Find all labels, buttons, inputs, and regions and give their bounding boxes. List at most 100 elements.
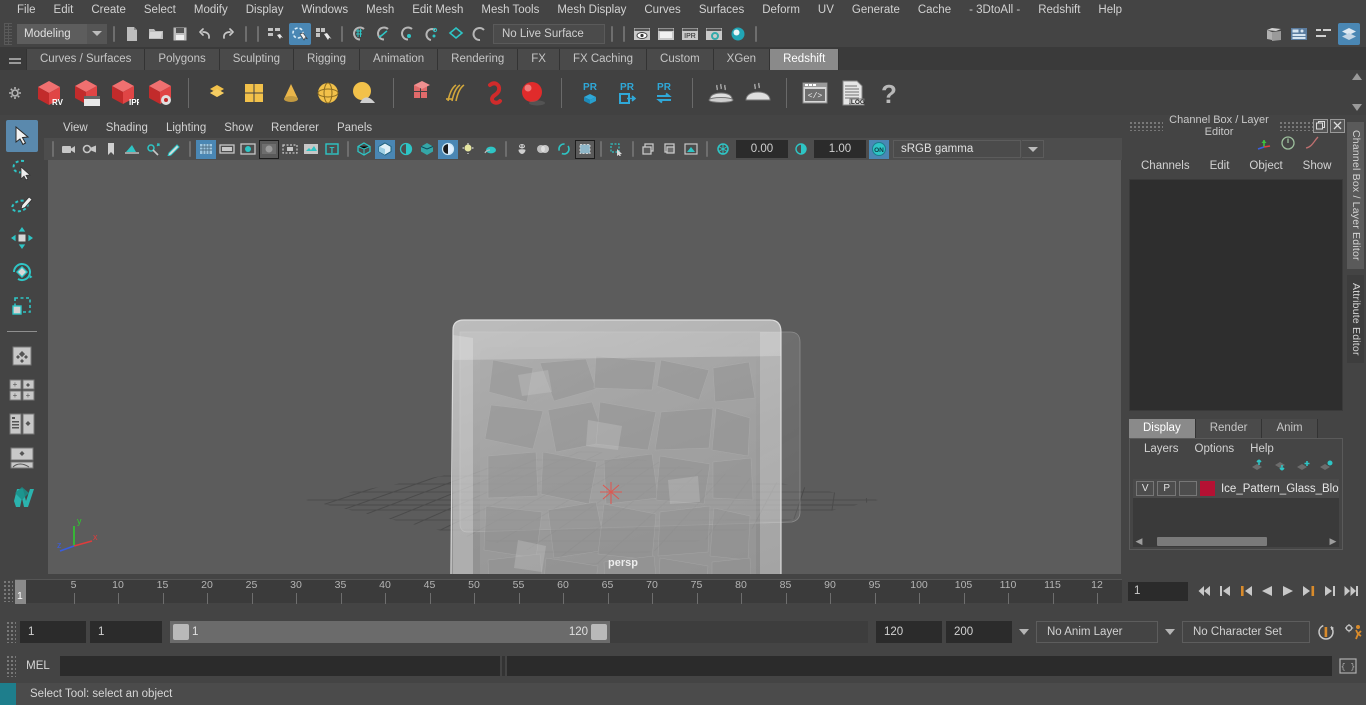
color-management-icon[interactable]: ON xyxy=(869,139,889,159)
chevron-down-icon[interactable] xyxy=(87,23,107,44)
layer-help-menu[interactable]: Help xyxy=(1242,443,1282,455)
layer-item[interactable]: V P Ice_Pattern_Glass_Block xyxy=(1133,479,1339,498)
bake-set-icon[interactable] xyxy=(704,76,738,110)
shelf-options-gear-icon[interactable] xyxy=(2,70,28,115)
manipulator-axis-icon[interactable] xyxy=(1255,135,1273,156)
menu-edit-mesh[interactable]: Edit Mesh xyxy=(403,0,472,20)
channel-box-icon[interactable] xyxy=(1338,22,1360,45)
viewport-texture-icon[interactable] xyxy=(681,140,701,159)
pr-bake-icon[interactable]: PR xyxy=(573,76,607,110)
snap-to-curve-icon[interactable] xyxy=(373,23,395,45)
wireframe-icon[interactable] xyxy=(354,140,374,159)
film-gate-icon[interactable] xyxy=(217,140,237,159)
depth-of-field-icon[interactable] xyxy=(554,140,574,159)
layers-menu[interactable]: Layers xyxy=(1136,443,1187,455)
redo-icon[interactable] xyxy=(217,23,239,45)
shelf-scroll-arrows[interactable] xyxy=(1350,72,1364,112)
channel-speed-icon[interactable] xyxy=(1279,135,1297,156)
image-plane-icon[interactable] xyxy=(122,140,142,159)
viewport-menu-shading[interactable]: Shading xyxy=(97,122,157,134)
redshift-ipr-icon[interactable]: IPR xyxy=(106,76,140,110)
ipr-render-icon[interactable]: IPR xyxy=(679,23,701,45)
menu-cache[interactable]: Cache xyxy=(909,0,960,20)
step-forward-frame-icon[interactable] xyxy=(1320,581,1339,601)
xray-active-components-icon[interactable] xyxy=(660,140,680,159)
range-start-time-field[interactable]: 1 xyxy=(90,621,162,643)
render-view-icon[interactable] xyxy=(631,23,653,45)
gate-mask-icon[interactable] xyxy=(259,139,279,159)
command-language-label[interactable]: MEL xyxy=(16,660,60,672)
range-end-handle[interactable] xyxy=(591,624,607,640)
viewport-menu-lighting[interactable]: Lighting xyxy=(157,122,215,134)
color-management-select[interactable]: sRGB gamma xyxy=(893,140,1021,158)
step-forward-key-icon[interactable] xyxy=(1299,581,1318,601)
create-layer-from-selected-icon[interactable] xyxy=(1318,459,1334,477)
command-result-field[interactable] xyxy=(507,655,1332,676)
channel-show-menu[interactable]: Show xyxy=(1293,160,1342,172)
shelf-tab-animation[interactable]: Animation xyxy=(360,49,439,70)
go-to-start-icon[interactable] xyxy=(1194,581,1213,601)
shelf-tab-polygons[interactable]: Polygons xyxy=(145,49,220,70)
tab-anim-layers[interactable]: Anim xyxy=(1262,419,1318,438)
viewport-menu-show[interactable]: Show xyxy=(215,122,262,134)
menu-modify[interactable]: Modify xyxy=(185,0,237,20)
menu-redshift[interactable]: Redshift xyxy=(1029,0,1089,20)
undo-icon[interactable] xyxy=(193,23,215,45)
help-icon[interactable]: ? xyxy=(872,76,906,110)
gamma-icon[interactable] xyxy=(791,140,811,159)
tab-display-layers[interactable]: Display xyxy=(1129,419,1196,438)
viewport-3d-canvas[interactable]: persp persp y x z xyxy=(48,160,1121,574)
tab-render-layers[interactable]: Render xyxy=(1195,419,1263,438)
shelf-tab-rigging[interactable]: Rigging xyxy=(294,49,361,70)
bookmark-icon[interactable] xyxy=(101,140,121,159)
menu-uv[interactable]: UV xyxy=(809,0,843,20)
scroll-right-icon[interactable]: ▶ xyxy=(1327,536,1339,547)
rotate-tool[interactable] xyxy=(6,256,38,288)
shaded-wireframe-icon[interactable] xyxy=(396,140,416,159)
anim-layer-select[interactable]: No Anim Layer xyxy=(1036,621,1158,643)
snap-to-projected-center-icon[interactable] xyxy=(421,23,443,45)
select-camera-icon[interactable] xyxy=(59,140,79,159)
redshift-hair-icon[interactable] xyxy=(442,76,476,110)
four-pane-layout[interactable]: + + + xyxy=(6,374,38,406)
save-scene-icon[interactable] xyxy=(169,23,191,45)
persp-graph-layout[interactable] xyxy=(6,442,38,474)
shelf-tab-fx-caching[interactable]: FX Caching xyxy=(559,49,648,70)
panel-drag-handle-right[interactable] xyxy=(1279,120,1313,131)
show-hide-editor-icon[interactable] xyxy=(1263,23,1285,45)
channel-object-menu[interactable]: Object xyxy=(1239,160,1292,172)
snap-to-point-icon[interactable] xyxy=(397,23,419,45)
safe-action-icon[interactable] xyxy=(301,140,321,159)
step-back-frame-icon[interactable] xyxy=(1215,581,1234,601)
scrollbar-thumb[interactable] xyxy=(1157,536,1267,546)
color-management-chevron-down-icon[interactable] xyxy=(1022,140,1044,158)
lasso-select-tool[interactable] xyxy=(6,154,38,186)
close-icon[interactable] xyxy=(1330,118,1345,133)
pr-export-icon[interactable]: PR xyxy=(610,76,644,110)
anti-alias-icon[interactable] xyxy=(512,140,532,159)
xray-icon[interactable] xyxy=(607,140,627,159)
status-line-drag-handle[interactable] xyxy=(4,22,12,45)
select-by-component-icon[interactable] xyxy=(313,23,335,45)
script-editor-icon[interactable]: </> xyxy=(798,76,832,110)
tool-settings-icon[interactable] xyxy=(1313,23,1335,45)
menu-display[interactable]: Display xyxy=(237,0,293,20)
smooth-shade-all-icon[interactable] xyxy=(375,139,395,159)
gamma-value[interactable]: 1.00 xyxy=(814,140,866,158)
layer-playback-toggle[interactable]: P xyxy=(1157,481,1176,496)
isolate-select-icon[interactable] xyxy=(575,139,595,159)
channel-box-content[interactable] xyxy=(1129,179,1343,411)
log-file-icon[interactable]: .LOG xyxy=(835,76,869,110)
use-all-lights-icon[interactable] xyxy=(438,139,458,159)
camera-attributes-icon[interactable] xyxy=(80,140,100,159)
channel-edit-menu[interactable]: Edit xyxy=(1200,160,1240,172)
command-input[interactable] xyxy=(60,655,500,676)
layer-name[interactable]: Ice_Pattern_Glass_Block xyxy=(1221,483,1339,495)
outliner-persp-layout[interactable] xyxy=(6,408,38,440)
range-start-handle[interactable] xyxy=(173,624,189,640)
render-settings-icon[interactable] xyxy=(703,23,725,45)
redshift-sphere-icon[interactable] xyxy=(516,76,550,110)
viewport-menu-panels[interactable]: Panels xyxy=(328,122,381,134)
vertical-tab-channel-box[interactable]: Channel Box / Layer Editor xyxy=(1347,122,1364,269)
redshift-render-sequence-icon[interactable] xyxy=(69,76,103,110)
